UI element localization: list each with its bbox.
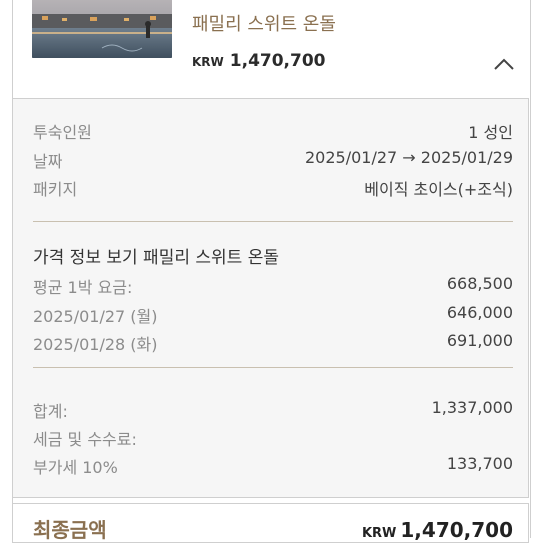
currency-code: KRW: [192, 55, 224, 69]
final-total-amount: 1,470,700: [400, 518, 513, 542]
room-name: 패밀리 스위트 온돌: [192, 14, 336, 35]
final-total-value: KRW 1,470,700: [362, 518, 513, 542]
subtotal-value: 1,337,000: [431, 398, 513, 417]
guests-label: 투숙인원: [33, 123, 92, 142]
final-total-label: 최종금액: [33, 518, 107, 542]
room-thumbnail[interactable]: [32, 0, 172, 58]
night-price: 691,000: [446, 331, 513, 350]
guests-value: 1 성인: [468, 123, 513, 142]
date-label: 날짜: [33, 152, 63, 171]
date-value: 2025/01/27 → 2025/01/29: [304, 148, 513, 167]
tax-label: 세금 및 수수료:: [33, 430, 137, 449]
room-price: KRW 1,470,700: [192, 51, 326, 71]
avg-rate-value: 668,500: [446, 274, 513, 293]
package-label: 패키지: [33, 180, 78, 199]
room-price-value: 1,470,700: [229, 51, 326, 71]
night-date: 2025/01/27 (월): [33, 307, 158, 326]
package-value: 베이직 초이스(+조식): [364, 180, 513, 199]
avg-rate-label: 평균 1박 요금:: [33, 278, 133, 297]
vat-value: 133,700: [446, 454, 513, 473]
vat-label: 부가세 10%: [33, 458, 118, 477]
night-date: 2025/01/28 (화): [33, 335, 158, 354]
night-price: 646,000: [446, 303, 513, 322]
price-info-title[interactable]: 가격 정보 보기 패밀리 스위트 온돌: [33, 243, 279, 268]
divider: [33, 221, 513, 222]
divider: [33, 367, 513, 368]
currency-code: KRW: [361, 526, 397, 541]
subtotal-label: 합계:: [33, 402, 68, 421]
chevron-up-icon[interactable]: [493, 56, 515, 72]
